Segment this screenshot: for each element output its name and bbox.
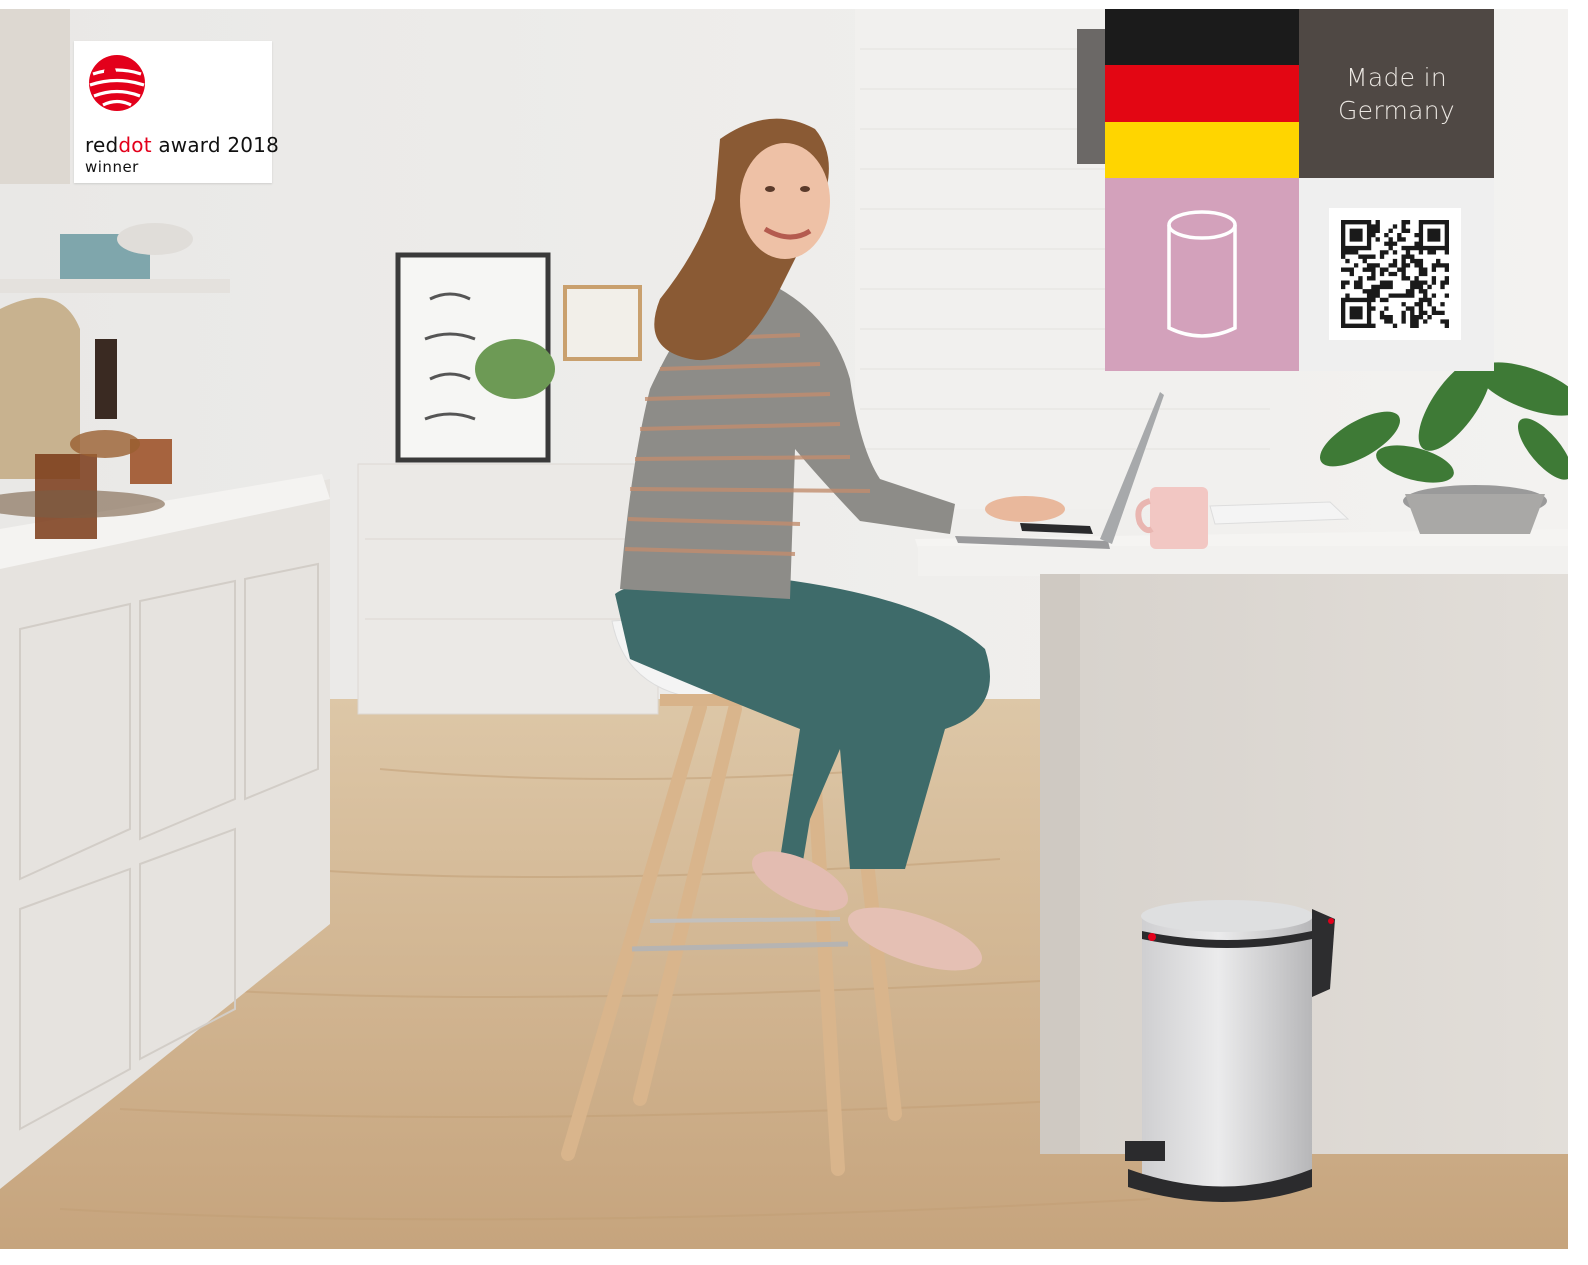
qr-code-modules (1341, 220, 1449, 328)
flag-stripe-red (1105, 65, 1299, 122)
bin-shape-tile (1105, 178, 1299, 371)
german-flag-icon (1105, 9, 1299, 178)
award-title: reddot award 2018 (85, 133, 280, 157)
qr-code-tile[interactable] (1299, 178, 1494, 371)
reddot-award-badge: reddot award 2018 winner (74, 41, 279, 183)
made-in-germany-tile: Made in Germany (1299, 9, 1494, 178)
product-info-grid: Made in Germany (1105, 9, 1494, 371)
flag-stripe-black (1105, 9, 1299, 66)
qr-code-frame[interactable] (1329, 208, 1461, 340)
made-in-label: Made in Germany (1337, 62, 1455, 125)
flag-stripe-gold (1105, 121, 1299, 178)
qr-code-icon[interactable] (1329, 208, 1461, 340)
award-subtitle: winner (85, 158, 139, 176)
cylinder-icon (1167, 210, 1237, 338)
reddot-logo-icon (89, 55, 145, 111)
